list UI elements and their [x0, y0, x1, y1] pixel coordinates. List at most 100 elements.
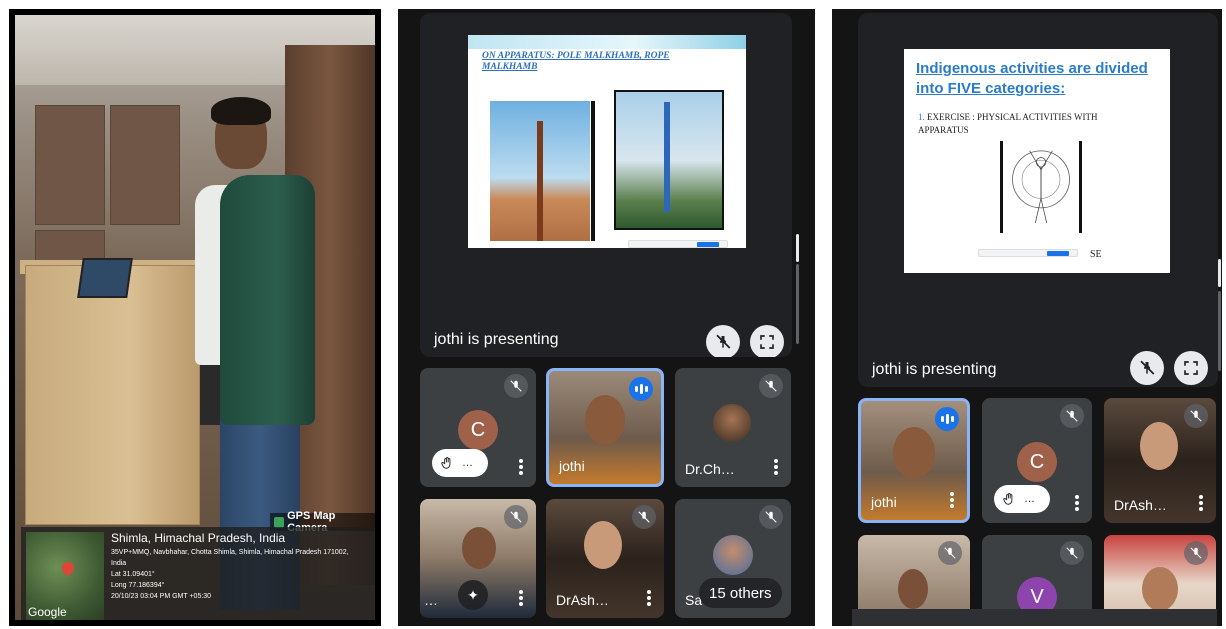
participant-face — [1142, 567, 1178, 611]
slide-item-number: 1. — [918, 112, 925, 122]
gps-text: Shimla, Himachal Pradesh, India 35VP+MMQ… — [111, 531, 375, 602]
more-options-icon[interactable] — [518, 590, 524, 606]
participant-name: Dr.Ch… — [685, 461, 735, 477]
gps-address: 35VP+MMQ, Navbhahar, Chotta Shimla, Shim… — [111, 549, 349, 556]
participant-tile[interactable]: V — [982, 535, 1092, 617]
rope — [664, 102, 670, 212]
fullscreen-button[interactable] — [1174, 351, 1208, 385]
scroll-track[interactable] — [796, 264, 799, 344]
participant-name: … — [424, 592, 438, 608]
pole-malkhamb-photo — [490, 101, 590, 241]
raised-hand-badge: … — [994, 485, 1050, 513]
classroom-photo-panel: GPS Map Camera Google Shimla, Himachal P… — [9, 9, 381, 626]
slide-band — [468, 35, 746, 49]
raised-hand-count: … — [462, 457, 473, 469]
stop-sharing-button[interactable] — [1047, 251, 1069, 256]
presentation-stage: ON APPARATUS: POLE MALKHAMB, ROPE MALKHA… — [420, 13, 792, 357]
gps-mini-map: Google — [26, 532, 104, 620]
presenting-label: jothi is presenting — [434, 331, 559, 348]
more-options-icon[interactable] — [518, 459, 524, 475]
participant-face — [585, 395, 625, 445]
slide-title: Indigenous activities are divided into F… — [916, 60, 1148, 97]
participant-tile[interactable] — [1104, 535, 1216, 617]
classroom-photo: GPS Map Camera Google Shimla, Himachal P… — [15, 15, 375, 620]
effects-icon[interactable]: ✦ — [458, 580, 488, 610]
shared-slide: ON APPARATUS: POLE MALKHAMB, ROPE MALKHA… — [468, 35, 746, 248]
presentation-stage: Indigenous activities are divided into F… — [858, 13, 1218, 387]
fullscreen-icon — [1184, 361, 1198, 375]
more-options-icon[interactable] — [646, 590, 652, 606]
participant-avatar — [713, 535, 753, 575]
speaker-hair — [211, 97, 271, 125]
mic-off-icon — [1184, 404, 1208, 428]
avatar-letter: C — [470, 418, 486, 441]
pole — [537, 121, 543, 241]
unpin-button[interactable] — [1130, 351, 1164, 385]
screen-share-bar — [628, 240, 728, 248]
participant-tile[interactable] — [858, 535, 970, 617]
bottom-bar — [852, 609, 1217, 626]
raised-hand-badge: … — [432, 449, 488, 477]
stop-sharing-button[interactable] — [697, 242, 719, 247]
scroll-track[interactable] — [1218, 291, 1221, 371]
fullscreen-icon — [760, 335, 774, 349]
meet-screenshot-left: ON APPARATUS: POLE MALKHAMB, ROPE MALKHA… — [398, 9, 815, 626]
more-options-icon[interactable] — [949, 492, 955, 508]
gps-country: India — [111, 560, 127, 567]
participant-name: DrAsh… — [556, 592, 609, 608]
figure-illustration — [1012, 150, 1070, 224]
scroll-thumb[interactable] — [796, 234, 799, 262]
participant-tile[interactable]: DrAsh… — [1104, 398, 1216, 523]
raised-hand-count: … — [1024, 493, 1035, 505]
more-options-icon[interactable] — [1198, 495, 1204, 511]
mic-off-icon — [759, 505, 783, 529]
mic-off-icon — [1184, 541, 1208, 565]
avatar-letter: C — [1029, 450, 1045, 473]
gps-long: Long 77.186394° — [111, 582, 165, 589]
more-options-icon[interactable] — [1074, 495, 1080, 511]
mic-off-icon — [938, 541, 962, 565]
participant-name: jothi — [871, 494, 897, 510]
participant-face — [584, 521, 622, 569]
participant-face — [893, 427, 935, 479]
gps-datetime: 20/10/23 03:04 PM GMT +05:30 — [111, 593, 212, 600]
map-brand: Google — [28, 605, 67, 619]
others-count-pill[interactable]: 15 others — [699, 578, 782, 608]
speaker-vest — [220, 175, 315, 425]
participant-tile[interactable]: ✦ … — [420, 499, 536, 618]
mic-off-icon — [632, 505, 656, 529]
divider — [591, 101, 595, 241]
fullscreen-button[interactable] — [750, 325, 784, 357]
gps-lat: Lat 31.09401° — [111, 571, 155, 578]
participant-tile[interactable]: DrAsh… — [546, 499, 664, 618]
avatar: C — [1017, 442, 1057, 482]
slide-fragment: SE — [1090, 249, 1102, 260]
participant-avatar — [713, 404, 751, 442]
participant-tile[interactable]: Sa 15 others — [675, 499, 791, 618]
mic-off-icon — [504, 505, 528, 529]
wall-panel — [35, 105, 105, 225]
wall-panel — [110, 105, 180, 225]
avatar-letter: V — [1030, 585, 1044, 608]
map-marker-icon — [59, 559, 77, 577]
participant-tile-jothi[interactable]: jothi — [858, 398, 970, 523]
participant-tile-jothi[interactable]: jothi — [546, 368, 664, 487]
gps-info-box: Google Shimla, Himachal Pradesh, India 3… — [21, 527, 375, 620]
participant-tile[interactable]: C … — [982, 398, 1092, 523]
screen-share-bar — [978, 249, 1078, 257]
participant-face — [898, 569, 928, 609]
unpin-button[interactable] — [706, 325, 740, 357]
scroll-thumb[interactable] — [1218, 259, 1221, 287]
gps-location-title: Shimla, Himachal Pradesh, India — [111, 531, 286, 545]
apparatus-illustration — [1000, 141, 1082, 233]
unpin-icon — [1140, 360, 1155, 375]
unpin-icon — [716, 334, 731, 349]
participant-tile[interactable]: Dr.Ch… — [675, 368, 791, 487]
shared-slide: Indigenous activities are divided into F… — [904, 49, 1170, 273]
more-options-icon[interactable] — [773, 459, 779, 475]
mic-off-icon — [1060, 541, 1084, 565]
others-count: 15 others — [709, 584, 772, 602]
participant-tile[interactable]: C … — [420, 368, 536, 487]
rope-malkhamb-photo — [614, 90, 724, 230]
mic-off-icon — [504, 374, 528, 398]
